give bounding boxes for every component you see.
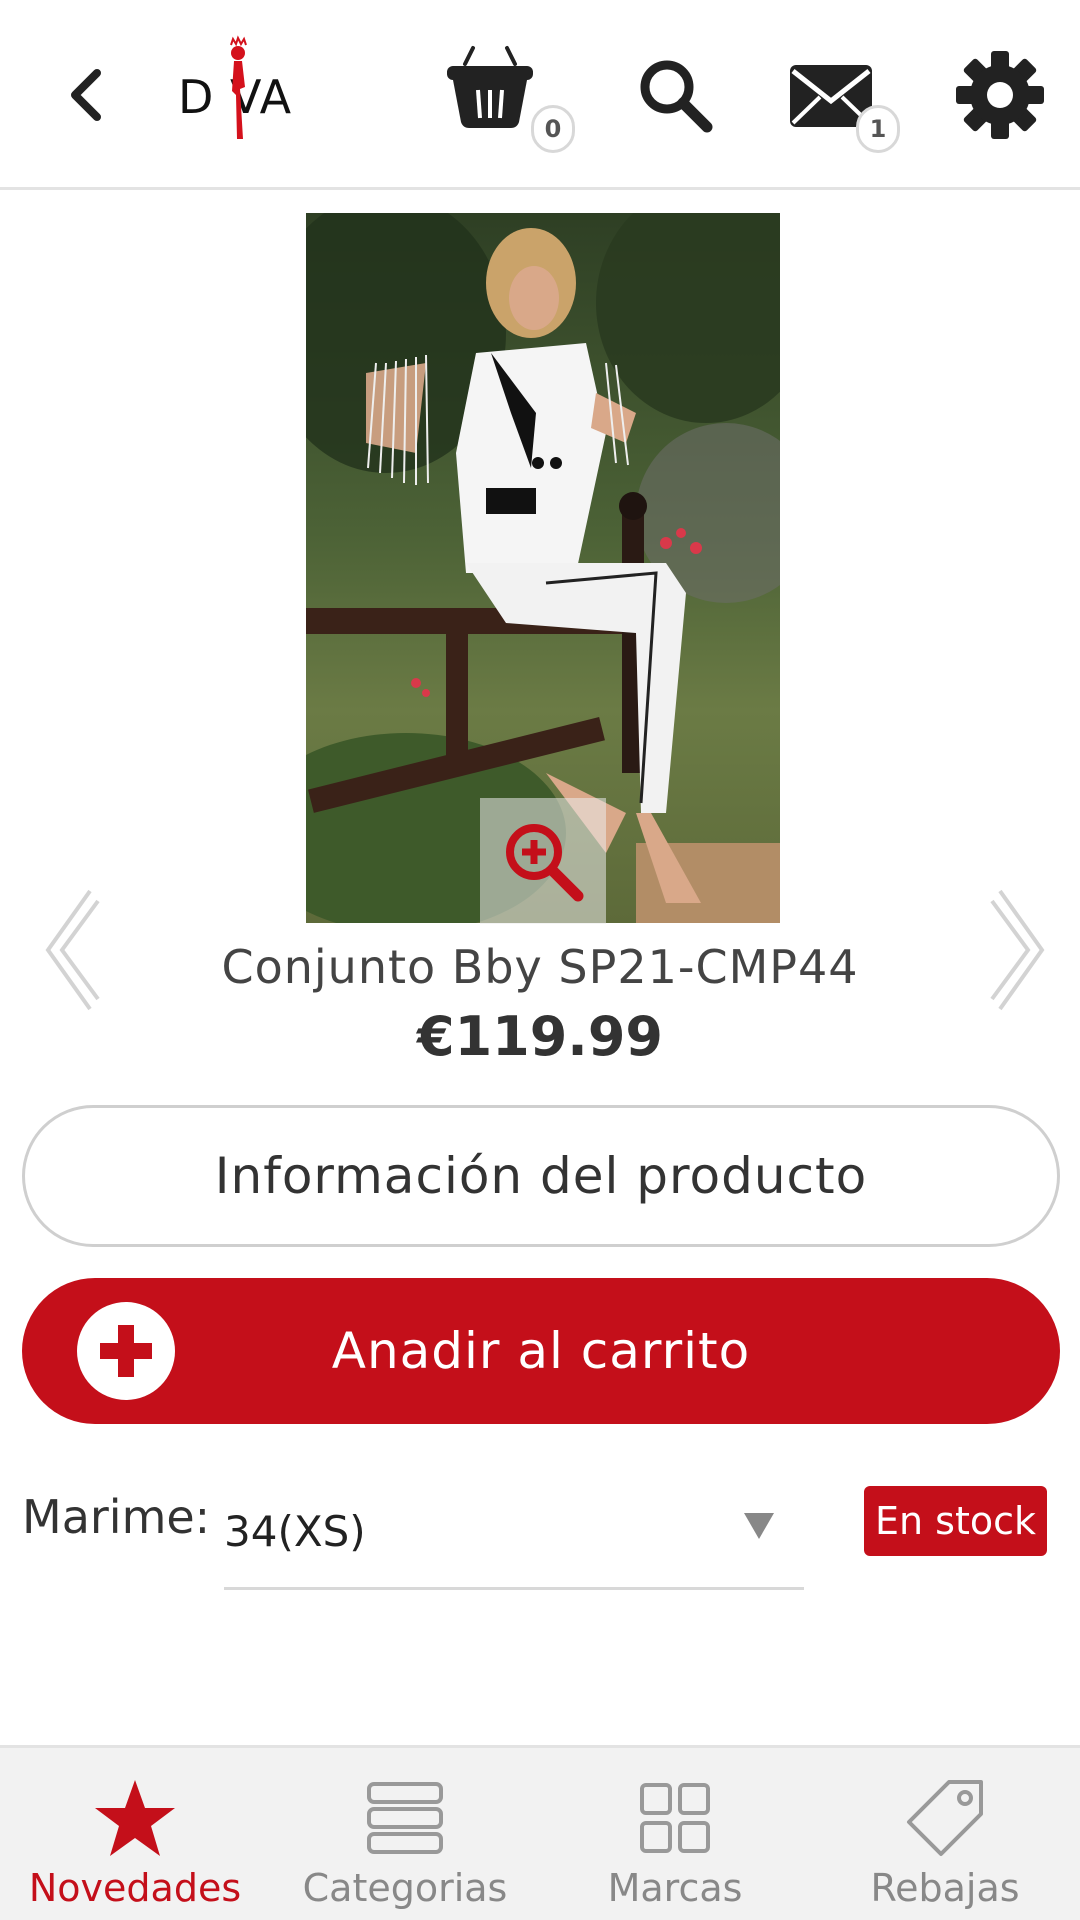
brand-logo[interactable]: D VA [170, 30, 320, 150]
previous-product-button[interactable] [30, 880, 110, 1020]
cart-count-badge: 0 [531, 105, 575, 153]
gear-icon [956, 51, 1044, 139]
tab-novedades[interactable]: Novedades [0, 1748, 270, 1920]
next-product-button[interactable] [980, 880, 1060, 1020]
size-select[interactable]: 34(XS) [224, 1475, 804, 1590]
product-info-button[interactable]: Información del producto [22, 1105, 1060, 1247]
size-selected-value: 34(XS) [224, 1506, 366, 1556]
app-header: D VA 0 1 [0, 0, 1080, 190]
tab-label: Marcas [607, 1866, 743, 1910]
tab-label: Categorias [302, 1866, 508, 1910]
zoom-button[interactable] [480, 798, 606, 924]
product-name: Conjunto Bby SP21-CMP44 [221, 940, 859, 994]
search-button[interactable] [620, 40, 730, 150]
size-label: Marime: [22, 1490, 211, 1544]
dropdown-arrow-icon [744, 1513, 774, 1539]
add-to-cart-button[interactable]: Anadir al carrito [22, 1278, 1060, 1424]
product-price: €119.99 [417, 1005, 663, 1068]
plus-circle-icon [77, 1302, 175, 1400]
tab-label: Novedades [28, 1866, 242, 1910]
bottom-navigation: Novedades Categorias Marcas Rebajas [0, 1745, 1080, 1920]
messages-button[interactable]: 1 [780, 45, 910, 155]
basket-icon [447, 46, 533, 128]
zoom-in-icon [506, 824, 584, 902]
cart-button[interactable]: 0 [445, 35, 575, 155]
plus-icon [100, 1325, 152, 1377]
list-icon [360, 1778, 450, 1858]
tab-categorias[interactable]: Categorias [270, 1748, 540, 1920]
search-icon [640, 60, 713, 133]
logo-figure-icon [230, 35, 247, 139]
chevron-left-icon [71, 69, 101, 121]
double-chevron-left-icon [45, 889, 100, 1011]
tag-icon [900, 1778, 990, 1858]
double-chevron-right-icon [990, 889, 1045, 1011]
stock-status-badge: En stock [864, 1486, 1047, 1556]
back-button[interactable] [40, 50, 130, 140]
add-to-cart-label: Anadir al carrito [331, 1322, 751, 1380]
settings-button[interactable] [945, 40, 1055, 150]
tab-label: Rebajas [870, 1866, 1020, 1910]
grid-icon [630, 1778, 720, 1858]
tab-marcas[interactable]: Marcas [540, 1748, 810, 1920]
messages-count-badge: 1 [856, 105, 900, 153]
tab-rebajas[interactable]: Rebajas [810, 1748, 1080, 1920]
star-icon [90, 1778, 180, 1858]
